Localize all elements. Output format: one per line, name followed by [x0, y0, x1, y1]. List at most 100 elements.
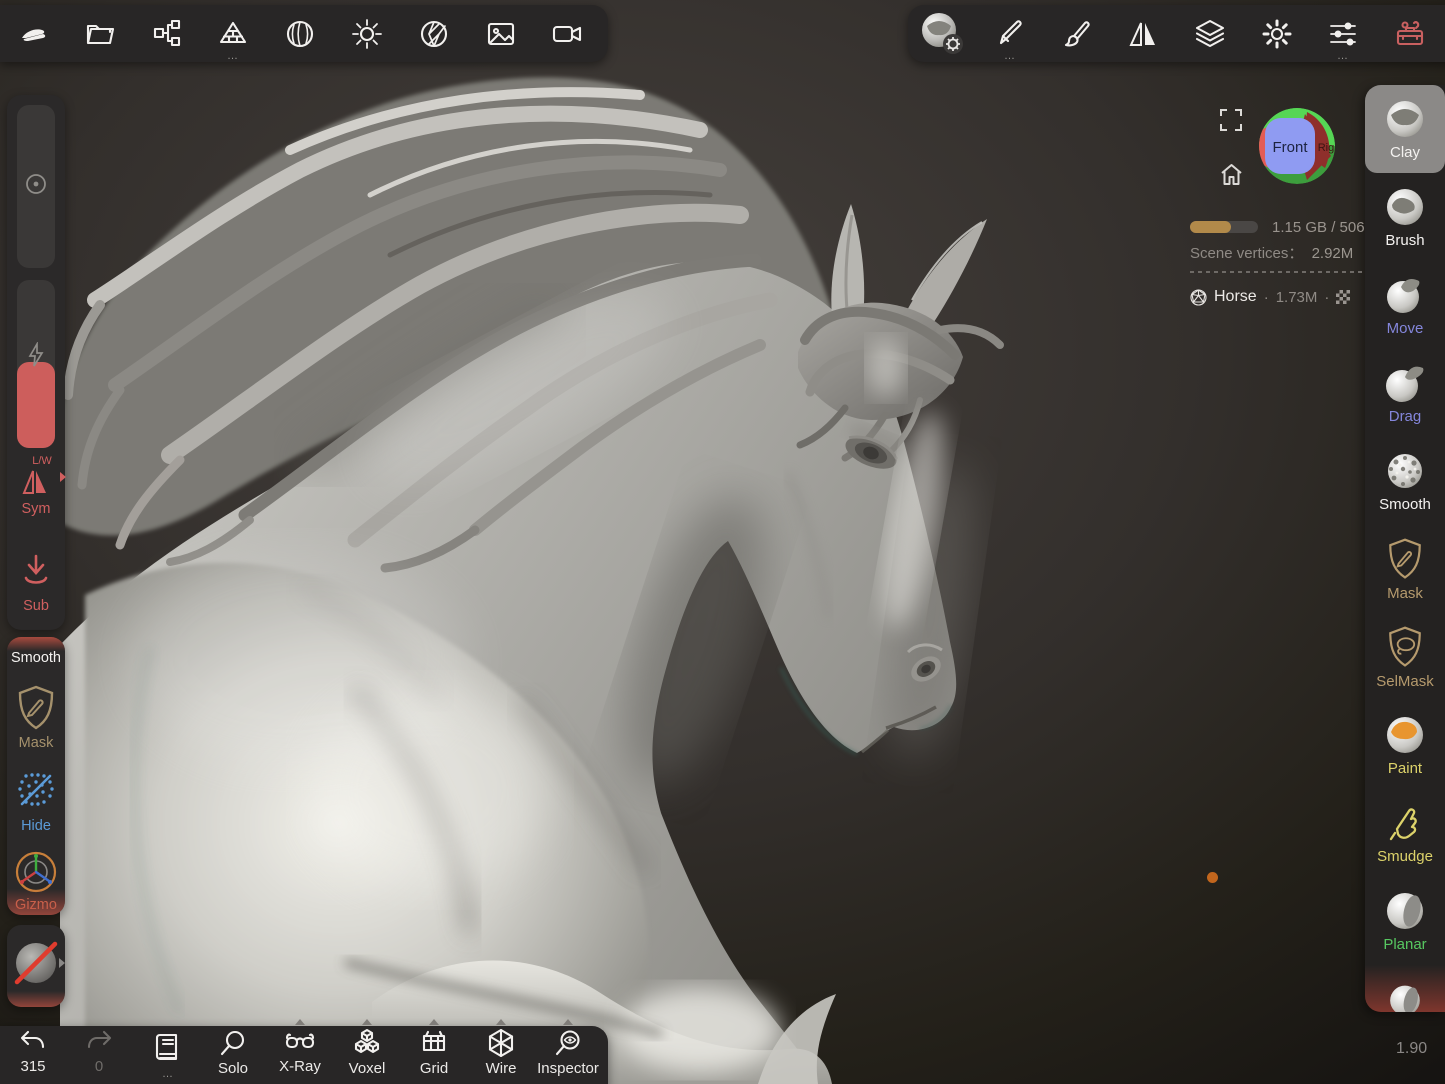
caret-up-icon — [429, 1019, 439, 1025]
smooth-action-label[interactable]: Smooth — [7, 650, 65, 666]
pencil-icon — [993, 17, 1027, 51]
postprocess-button[interactable] — [406, 5, 462, 62]
history-notes-button[interactable]: … — [137, 1028, 199, 1084]
tool-label: Mask — [1387, 585, 1423, 602]
material-button[interactable] — [272, 5, 328, 62]
lightning-icon — [23, 342, 49, 368]
dot-sep: · — [1264, 289, 1269, 306]
symmetry-button[interactable] — [1115, 5, 1171, 62]
toolbox-button[interactable] — [1382, 5, 1438, 62]
tool-move[interactable]: Move — [1365, 261, 1445, 349]
tool-selmask[interactable]: SelMask — [1365, 613, 1445, 701]
intensity-slider[interactable] — [17, 280, 55, 448]
fullscreen-button[interactable] — [1219, 108, 1243, 132]
tool-brush[interactable]: Brush — [1365, 173, 1445, 261]
files-button[interactable] — [72, 5, 128, 62]
caret-up-icon — [295, 1019, 305, 1025]
sym-expand-arrow-icon — [59, 471, 67, 483]
xray-button[interactable]: X-Ray — [269, 1028, 331, 1084]
scroll-fade-top — [7, 637, 65, 651]
sym-button[interactable]: L/W Sym — [7, 455, 65, 525]
scene-object-row[interactable]: Horse · 1.73M · — [1190, 288, 1350, 306]
hatched-sphere-icon — [283, 17, 317, 51]
sub-label: Sub — [7, 598, 65, 614]
redo-button[interactable]: 0 — [68, 1028, 130, 1084]
toolbar-top-left: … — [0, 5, 608, 62]
mask-action-button[interactable]: Mask — [7, 679, 65, 757]
hide-action-button[interactable]: Hide — [7, 762, 65, 840]
sym-label: Sym — [7, 501, 65, 517]
checker-material-icon — [1336, 290, 1350, 304]
left-panel-actions: Smooth Mask Hide Gizmo — [7, 637, 65, 915]
tool-clay[interactable]: Clay — [1365, 85, 1445, 173]
grid-button[interactable]: Grid — [403, 1028, 465, 1084]
gear-icon — [1260, 17, 1294, 51]
toolbar-top-right: … … — [908, 5, 1445, 62]
shield-pen-icon — [1384, 536, 1426, 582]
tool-drag[interactable]: Drag — [1365, 349, 1445, 437]
radius-slider[interactable] — [17, 105, 55, 268]
scene-vertices-value: 2.92M — [1312, 245, 1354, 262]
app-canvas: 1.90 … — [0, 0, 1445, 1084]
wire-button[interactable]: Wire — [470, 1028, 532, 1084]
undo-button[interactable]: 315 — [2, 1028, 64, 1084]
stroke-button[interactable]: … — [982, 5, 1038, 62]
scene-graph-button[interactable] — [139, 5, 195, 62]
shield-lasso-icon — [1384, 624, 1426, 670]
intensity-fill — [17, 362, 55, 448]
left-panel-falloff — [7, 925, 65, 1007]
tool-planar[interactable]: Planar — [1365, 877, 1445, 965]
tool-label: Drag — [1389, 408, 1422, 425]
sliders-icon — [1326, 17, 1360, 51]
layers-button[interactable] — [1182, 5, 1238, 62]
lighting-button[interactable] — [339, 5, 395, 62]
falloff-disabled-icon — [12, 939, 60, 987]
inspector-button[interactable]: Inspector — [537, 1028, 599, 1084]
tool-label: Planar — [1383, 936, 1426, 953]
paint-brush-button[interactable] — [1049, 5, 1105, 62]
tool-partial-next[interactable] — [1365, 965, 1445, 1012]
background-button[interactable] — [473, 5, 529, 62]
camera-button[interactable] — [539, 5, 595, 62]
home-view-button[interactable] — [1219, 162, 1244, 187]
voxel-button[interactable]: Voxel — [336, 1028, 398, 1084]
aperture-icon — [417, 17, 451, 51]
stats-separator — [1190, 271, 1362, 273]
nav-front-label: Front — [1272, 139, 1308, 156]
circle-dot-icon — [23, 171, 49, 197]
cubes-icon — [351, 1028, 383, 1058]
tool-label: Smudge — [1377, 848, 1433, 865]
smudge-hand-icon — [1383, 801, 1427, 845]
topology-button[interactable]: … — [205, 5, 261, 62]
scroll-fade-bottom — [7, 889, 65, 915]
pivot-dot — [1207, 872, 1218, 883]
mesh-icosahedron-icon — [1190, 289, 1207, 306]
matcap-button[interactable] — [915, 5, 971, 62]
hide-action-label: Hide — [7, 818, 65, 834]
interface-button[interactable]: … — [1315, 5, 1371, 62]
solo-button[interactable]: Solo — [202, 1028, 264, 1084]
app-logo-button[interactable] — [5, 5, 61, 62]
image-icon — [484, 17, 518, 51]
caret-up-icon — [362, 1019, 372, 1025]
tool-smudge[interactable]: Smudge — [1365, 789, 1445, 877]
settings-button[interactable] — [1249, 5, 1305, 62]
scene-vertices: Scene vertices： 2.92M — [1190, 242, 1353, 263]
sub-button[interactable]: Sub — [7, 550, 65, 622]
nav-sphere[interactable]: Front Rig — [1257, 106, 1337, 186]
tool-smooth[interactable]: Smooth — [1365, 437, 1445, 525]
toolbox-icon — [1393, 17, 1427, 51]
paint-sphere-icon — [1383, 713, 1427, 757]
brush-icon — [1060, 17, 1094, 51]
scene-graph-icon — [150, 17, 184, 51]
tool-label: Paint — [1388, 760, 1422, 777]
folder-icon — [83, 17, 117, 51]
nav-right-label: Rig — [1318, 142, 1335, 154]
move-sphere-icon — [1383, 273, 1427, 317]
tool-mask[interactable]: Mask — [1365, 525, 1445, 613]
app-logo-icon — [16, 17, 50, 51]
more-dots: … — [162, 1068, 174, 1080]
tool-label: Brush — [1385, 232, 1424, 249]
tool-paint[interactable]: Paint — [1365, 701, 1445, 789]
magnifier-icon — [218, 1028, 248, 1058]
